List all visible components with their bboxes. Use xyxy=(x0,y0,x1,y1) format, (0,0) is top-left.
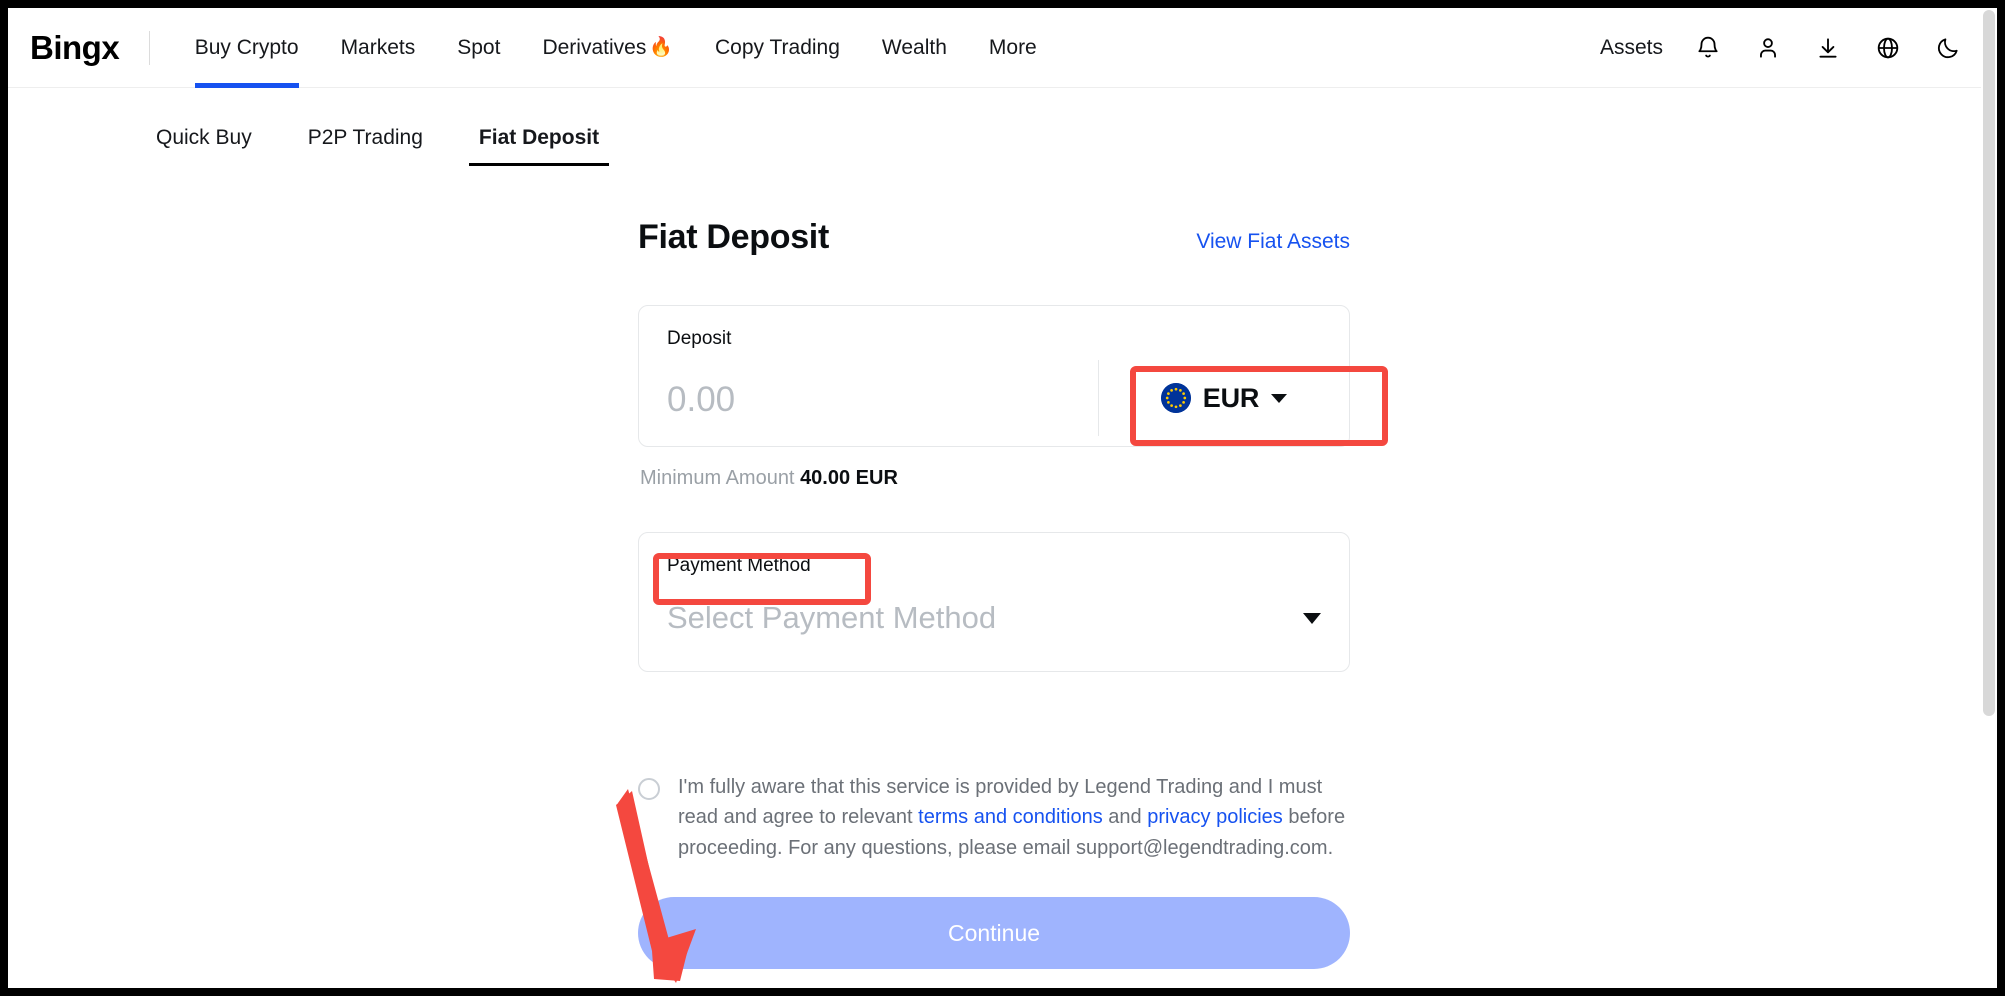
language-globe-icon[interactable] xyxy=(1873,33,1903,63)
fire-icon: 🔥 xyxy=(649,37,673,58)
page-scrollbar-thumb[interactable] xyxy=(1983,10,1995,716)
minimum-amount-prefix: Minimum Amount xyxy=(640,467,795,489)
chevron-down-icon xyxy=(1271,393,1288,403)
payment-method-label: Payment Method xyxy=(667,555,811,576)
page-scrollbar-track[interactable] xyxy=(1981,8,1997,988)
payment-method-card[interactable]: Payment Method Select Payment Method xyxy=(638,532,1350,672)
panel-header: Fiat Deposit View Fiat Assets xyxy=(638,218,1350,257)
deposit-amount-card: Deposit 0.00 EUR xyxy=(638,305,1350,447)
nav-item-derivatives[interactable]: Derivatives 🔥 xyxy=(521,8,694,88)
tab-quick-buy[interactable]: Quick Buy xyxy=(128,126,280,166)
notification-bell-icon[interactable] xyxy=(1693,33,1723,63)
logo-text: Bing xyxy=(30,29,102,66)
nav-item-wealth[interactable]: Wealth xyxy=(861,8,968,88)
nav-item-label: More xyxy=(988,35,1037,59)
view-fiat-assets-link[interactable]: View Fiat Assets xyxy=(1196,230,1350,254)
tab-fiat-deposit[interactable]: Fiat Deposit xyxy=(451,126,627,166)
minimum-amount-text: Minimum Amount 40.00 EUR xyxy=(640,467,1350,490)
tab-label: Fiat Deposit xyxy=(478,126,600,149)
download-app-icon[interactable] xyxy=(1813,33,1843,63)
tab-label: P2P Trading xyxy=(307,126,423,149)
currency-selector[interactable]: EUR xyxy=(1099,350,1349,446)
logo-x-mark: x xyxy=(101,29,119,66)
user-account-icon[interactable] xyxy=(1753,33,1783,63)
currency-code-label: EUR xyxy=(1202,382,1260,413)
payment-method-placeholder: Select Payment Method xyxy=(667,600,997,635)
nav-item-label: Wealth xyxy=(881,35,947,59)
nav-item-buy-crypto[interactable]: Buy Crypto xyxy=(174,8,320,88)
nav-item-label: Buy Crypto xyxy=(194,35,299,59)
dark-mode-moon-icon[interactable] xyxy=(1933,33,1963,63)
privacy-policies-link[interactable]: privacy policies xyxy=(1147,806,1283,828)
tab-label: Quick Buy xyxy=(156,126,252,149)
payment-method-select[interactable]: Select Payment Method xyxy=(667,577,1321,659)
terms-agreement-text: I'm fully aware that this service is pro… xyxy=(678,772,1350,863)
deposit-amount-input[interactable] xyxy=(667,380,1097,420)
continue-button[interactable]: Continue xyxy=(638,897,1350,970)
assets-link[interactable]: Assets xyxy=(1600,36,1663,60)
nav-item-label: Copy Trading xyxy=(715,35,840,59)
nav-item-label: Markets xyxy=(340,35,416,59)
logo-divider xyxy=(148,30,150,65)
page-title: Fiat Deposit xyxy=(638,218,829,256)
deposit-label: Deposit xyxy=(667,328,732,349)
terms-agreement-block: I'm fully aware that this service is pro… xyxy=(638,772,1350,863)
fiat-deposit-panel: Fiat Deposit View Fiat Assets Deposit 0.… xyxy=(638,218,1350,970)
sub-navigation-tabs: Quick Buy P2P Trading Fiat Deposit xyxy=(8,88,1997,166)
nav-item-label: Spot xyxy=(457,35,501,59)
minimum-amount-value: 40.00 EUR xyxy=(800,467,898,489)
chevron-down-icon xyxy=(1303,612,1321,624)
terms-and-conditions-link[interactable]: terms and conditions xyxy=(918,806,1103,828)
top-navigation-bar: Bingx Buy Crypto Markets Spot Derivative… xyxy=(8,8,1997,88)
bingx-logo[interactable]: Bingx xyxy=(30,29,120,66)
tab-p2p-trading[interactable]: P2P Trading xyxy=(280,126,451,166)
eu-flag-icon xyxy=(1160,383,1191,413)
nav-right-group: Assets xyxy=(1600,33,1997,63)
nav-item-spot[interactable]: Spot xyxy=(436,8,521,88)
terms-part-2: and xyxy=(1102,806,1148,829)
main-nav: Buy Crypto Markets Spot Derivatives 🔥 Co… xyxy=(174,8,1058,88)
deposit-input-row: EUR xyxy=(667,350,1349,446)
terms-agreement-checkbox[interactable] xyxy=(638,778,660,800)
nav-item-label: Derivatives xyxy=(542,35,647,59)
nav-item-more[interactable]: More xyxy=(968,8,1058,88)
nav-item-copy-trading[interactable]: Copy Trading xyxy=(694,8,861,88)
nav-item-markets[interactable]: Markets xyxy=(320,8,437,88)
browser-viewport: Bingx Buy Crypto Markets Spot Derivative… xyxy=(8,8,1997,988)
